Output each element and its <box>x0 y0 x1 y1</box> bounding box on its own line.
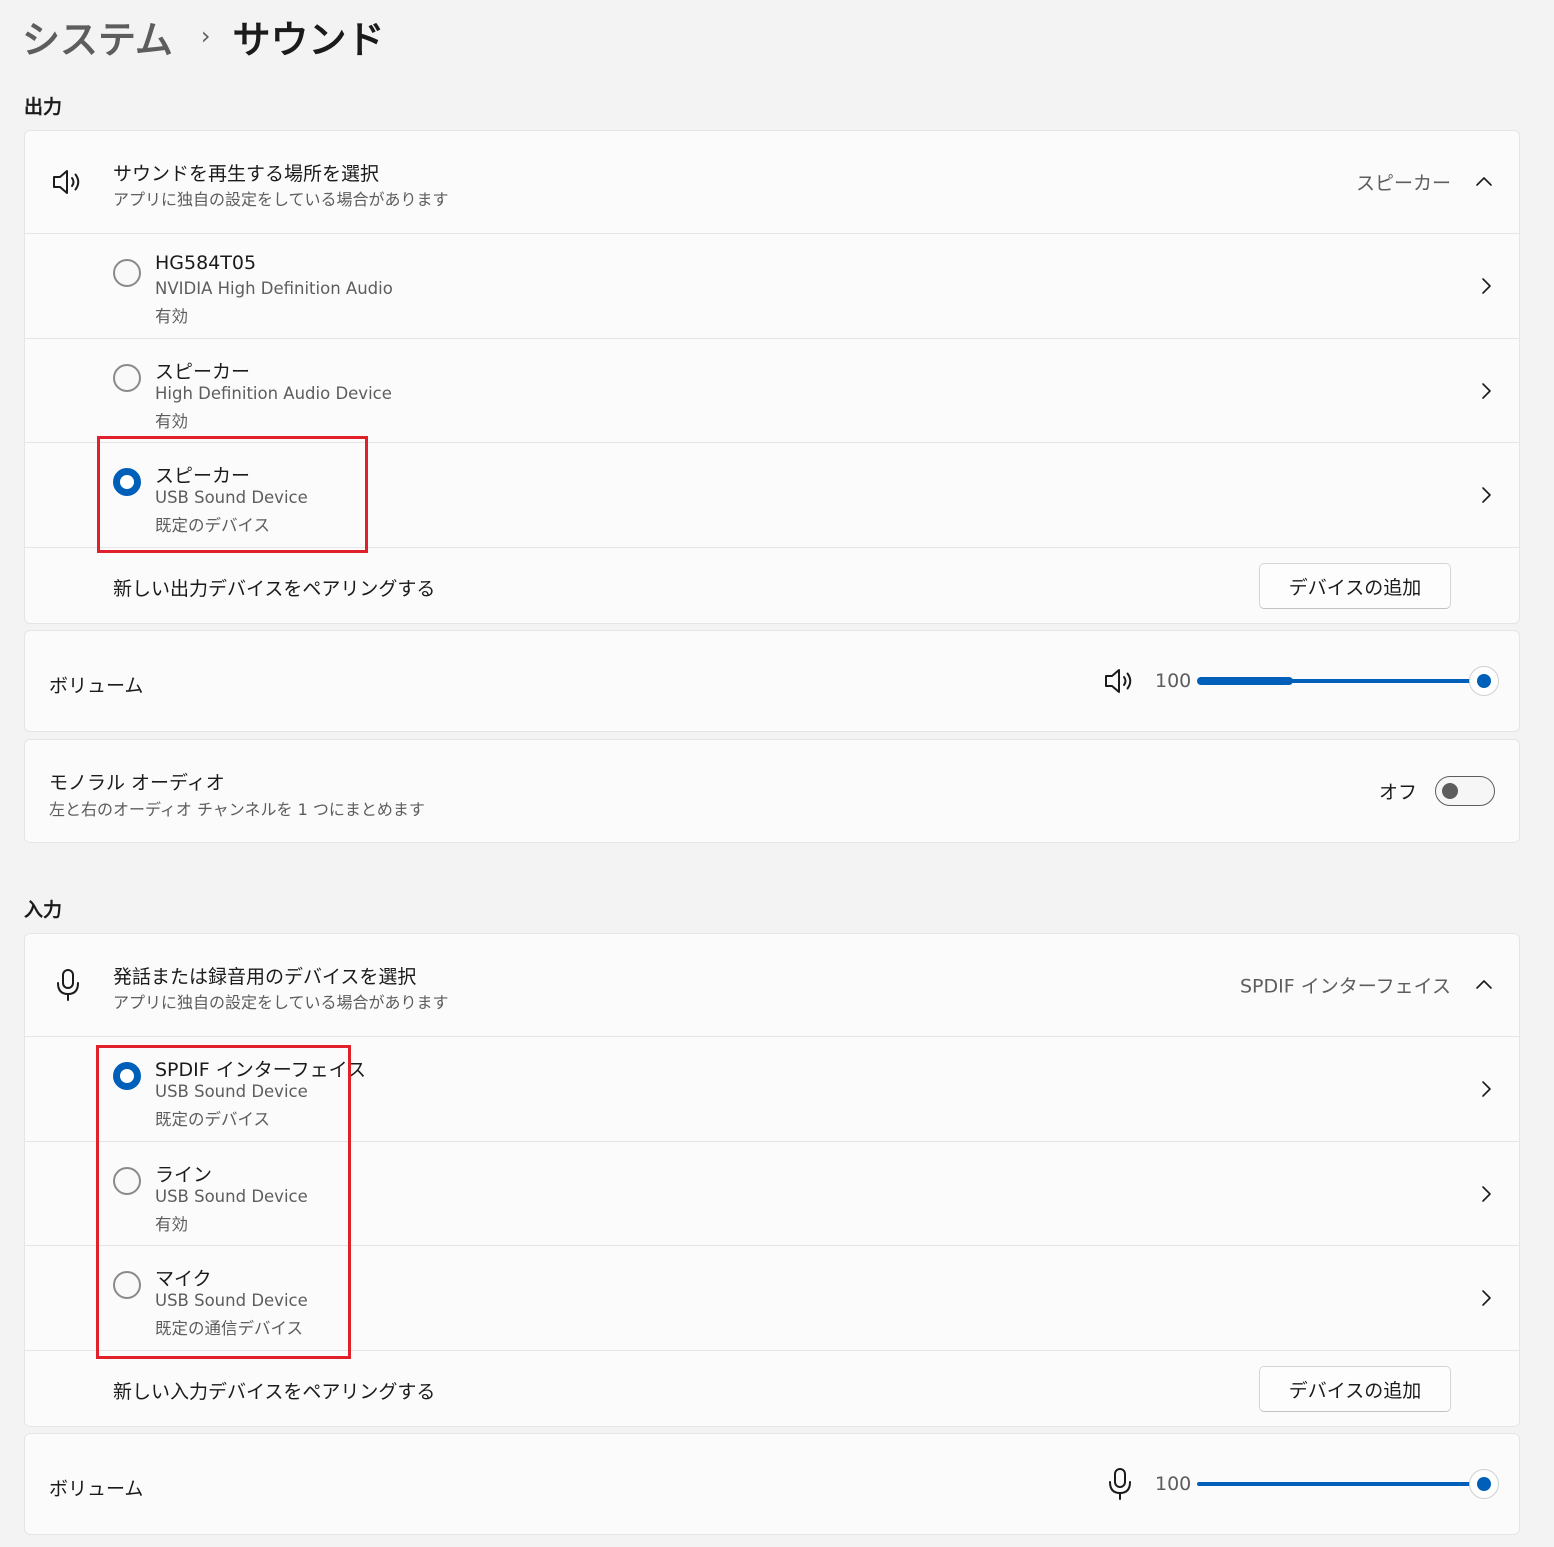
output-pair-label: 新しい出力デバイスをペアリングする <box>113 578 436 600</box>
input-volume-slider-thumb[interactable] <box>1469 1469 1499 1499</box>
device-name: スピーカー <box>155 465 251 487</box>
output-device-radio[interactable] <box>113 468 141 496</box>
input-device-card: 発話または録音用のデバイスを選択 アプリに独自の設定をしている場合があります S… <box>24 933 1520 1427</box>
device-status: 有効 <box>155 1215 188 1234</box>
output-selector-title: サウンドを再生する場所を選択 <box>113 163 380 185</box>
output-selected-value: スピーカー <box>1355 172 1451 195</box>
output-volume-slider-thumb[interactable] <box>1469 666 1499 696</box>
breadcrumb-system-link[interactable]: システム <box>22 9 173 64</box>
output-device-radio[interactable] <box>113 259 141 287</box>
chevron-right-icon[interactable] <box>1479 1289 1493 1307</box>
output-device-card: サウンドを再生する場所を選択 アプリに独自の設定をしている場合があります スピー… <box>24 130 1520 624</box>
input-device-item[interactable]: マイク USB Sound Device 既定の通信デバイス <box>25 1246 1519 1350</box>
output-volume-value: 100 <box>1155 670 1192 692</box>
chevron-right-icon[interactable] <box>1479 277 1493 295</box>
device-name: HG584T05 <box>155 252 257 274</box>
add-input-device-button[interactable]: デバイスの追加 <box>1259 1366 1451 1412</box>
input-volume-label: ボリューム <box>49 1478 144 1500</box>
input-volume-track <box>1197 1482 1473 1486</box>
device-driver: USB Sound Device <box>155 1187 308 1206</box>
device-status: 既定のデバイス <box>155 516 271 535</box>
breadcrumb: システム › サウンド <box>22 8 385 64</box>
chevron-up-icon[interactable] <box>1475 976 1493 994</box>
input-section-title: 入力 <box>24 899 63 921</box>
device-status: 既定のデバイス <box>155 1110 271 1129</box>
input-pair-row: 新しい入力デバイスをペアリングする デバイスの追加 <box>25 1351 1519 1427</box>
input-selector-subtitle: アプリに独自の設定をしている場合があります <box>113 993 449 1012</box>
output-volume-card: ボリューム 100 <box>24 630 1520 732</box>
device-driver: NVIDIA High Definition Audio <box>155 279 393 298</box>
device-name: スピーカー <box>155 361 251 383</box>
device-name: SPDIF インターフェイス <box>155 1059 367 1081</box>
mono-audio-toggle[interactable] <box>1435 776 1495 806</box>
input-selector-title: 発話または録音用のデバイスを選択 <box>113 966 417 988</box>
microphone-icon[interactable] <box>1103 1467 1137 1501</box>
output-pair-row: 新しい出力デバイスをペアリングする デバイスの追加 <box>25 548 1519 624</box>
chevron-right-icon[interactable] <box>1479 486 1493 504</box>
output-selector-header[interactable]: サウンドを再生する場所を選択 アプリに独自の設定をしている場合があります スピー… <box>25 131 1519 233</box>
output-device-item[interactable]: HG584T05 NVIDIA High Definition Audio 有効 <box>25 234 1519 337</box>
device-driver: USB Sound Device <box>155 1291 308 1310</box>
device-status: 有効 <box>155 307 188 326</box>
output-volume-fill <box>1197 677 1293 685</box>
output-section-title: 出力 <box>24 96 63 118</box>
input-selector-header[interactable]: 発話または録音用のデバイスを選択 アプリに独自の設定をしている場合があります S… <box>25 934 1519 1036</box>
mono-audio-card: モノラル オーディオ 左と右のオーディオ チャンネルを 1 つにまとめます オフ <box>24 739 1520 843</box>
output-device-item[interactable]: スピーカー USB Sound Device 既定のデバイス <box>25 443 1519 547</box>
input-device-radio[interactable] <box>113 1167 141 1195</box>
device-status: 既定の通信デバイス <box>155 1319 304 1338</box>
device-status: 有効 <box>155 412 188 431</box>
page-title: サウンド <box>232 17 385 62</box>
output-volume-label: ボリューム <box>49 675 144 697</box>
add-output-device-button[interactable]: デバイスの追加 <box>1259 563 1451 609</box>
mono-audio-subtitle: 左と右のオーディオ チャンネルを 1 つにまとめます <box>49 800 425 819</box>
speaker-icon <box>51 165 85 199</box>
input-device-item[interactable]: ライン USB Sound Device 有効 <box>25 1142 1519 1245</box>
breadcrumb-separator: › <box>200 22 211 50</box>
chevron-right-icon[interactable] <box>1479 1185 1493 1203</box>
toggle-knob <box>1442 783 1458 799</box>
output-selector-subtitle: アプリに独自の設定をしている場合があります <box>113 190 449 209</box>
device-driver: High Definition Audio Device <box>155 384 392 403</box>
chevron-up-icon[interactable] <box>1475 173 1493 191</box>
output-device-item[interactable]: スピーカー High Definition Audio Device 有効 <box>25 339 1519 442</box>
chevron-right-icon[interactable] <box>1479 1080 1493 1098</box>
chevron-right-icon[interactable] <box>1479 382 1493 400</box>
input-device-radio[interactable] <box>113 1271 141 1299</box>
input-device-item[interactable]: SPDIF インターフェイス USB Sound Device 既定のデバイス <box>25 1037 1519 1140</box>
input-volume-card: ボリューム 100 <box>24 1433 1520 1535</box>
device-driver: USB Sound Device <box>155 1082 308 1101</box>
input-device-radio[interactable] <box>113 1062 141 1090</box>
input-pair-label: 新しい入力デバイスをペアリングする <box>113 1381 436 1403</box>
device-driver: USB Sound Device <box>155 488 308 507</box>
output-device-radio[interactable] <box>113 364 141 392</box>
device-name: マイク <box>155 1268 212 1290</box>
device-name: ライン <box>155 1164 213 1186</box>
mono-audio-state: オフ <box>1378 781 1417 804</box>
output-volume-track <box>1291 679 1471 683</box>
input-selected-value: SPDIF インターフェイス <box>1239 975 1451 998</box>
mono-audio-title: モノラル オーディオ <box>49 772 225 794</box>
microphone-icon <box>51 968 85 1002</box>
input-volume-value: 100 <box>1155 1473 1192 1495</box>
speaker-icon[interactable] <box>1103 664 1137 698</box>
